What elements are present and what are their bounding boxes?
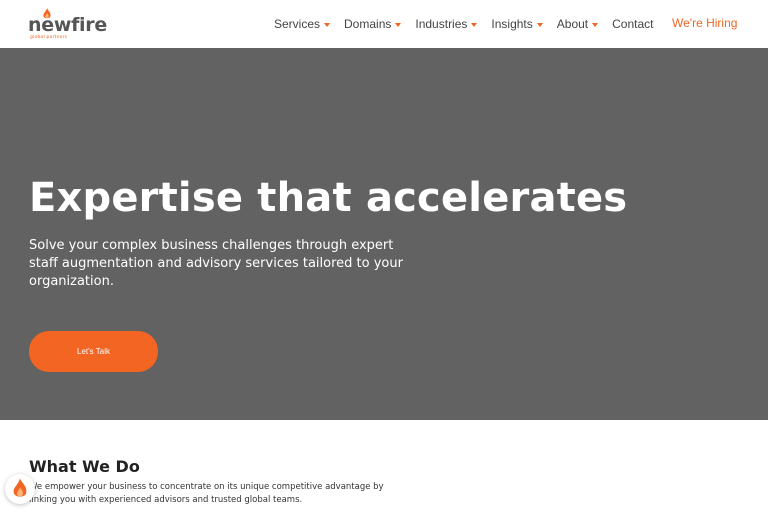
nav-item-insights[interactable]: Insights bbox=[491, 17, 543, 31]
section-text: We empower your business to concentrate … bbox=[29, 482, 384, 505]
chevron-down-icon bbox=[536, 23, 543, 27]
nav-item-label: Insights bbox=[491, 17, 533, 31]
what-we-do-section: What We Do We empower your business to c… bbox=[0, 420, 768, 512]
hero-section: Expertise that accelerates Solve your co… bbox=[0, 48, 768, 420]
nav-item-label: Domains bbox=[344, 17, 392, 31]
nav-item-industries[interactable]: Industries bbox=[415, 17, 478, 31]
nav-item-label: Industries bbox=[415, 17, 468, 31]
nav-item-services[interactable]: Services bbox=[274, 17, 331, 31]
flame-icon bbox=[13, 478, 27, 497]
nav-hiring-link[interactable]: We're Hiring bbox=[672, 16, 737, 30]
nav-item-label: Contact bbox=[612, 17, 654, 31]
nav-item-domains[interactable]: Domains bbox=[344, 17, 402, 31]
logo[interactable]: newfire global partners bbox=[28, 8, 110, 42]
site-header: newfire global partners Services Domains… bbox=[0, 0, 768, 48]
chevron-down-icon bbox=[395, 23, 402, 27]
chevron-down-icon bbox=[471, 23, 478, 27]
hero-subtitle: Solve your complex business challenges t… bbox=[29, 238, 403, 289]
nav-item-contact[interactable]: Contact bbox=[612, 17, 653, 31]
chat-badge[interactable] bbox=[5, 474, 35, 504]
nav-item-label: About bbox=[556, 17, 589, 31]
nav-item-label: Services bbox=[274, 17, 321, 31]
logo-tagline: global partners bbox=[30, 35, 68, 40]
nav-item-about[interactable]: About bbox=[556, 17, 599, 31]
hero-title: Expertise that accelerates bbox=[29, 175, 628, 221]
main-nav: Services Domains Industries Insights Abo… bbox=[274, 16, 667, 32]
lets-talk-button[interactable]: Let's Talk bbox=[29, 331, 158, 372]
chevron-down-icon bbox=[324, 23, 331, 27]
logo-wordmark: newfire bbox=[28, 14, 107, 36]
chevron-down-icon bbox=[592, 23, 599, 27]
section-title: What We Do bbox=[29, 457, 140, 476]
